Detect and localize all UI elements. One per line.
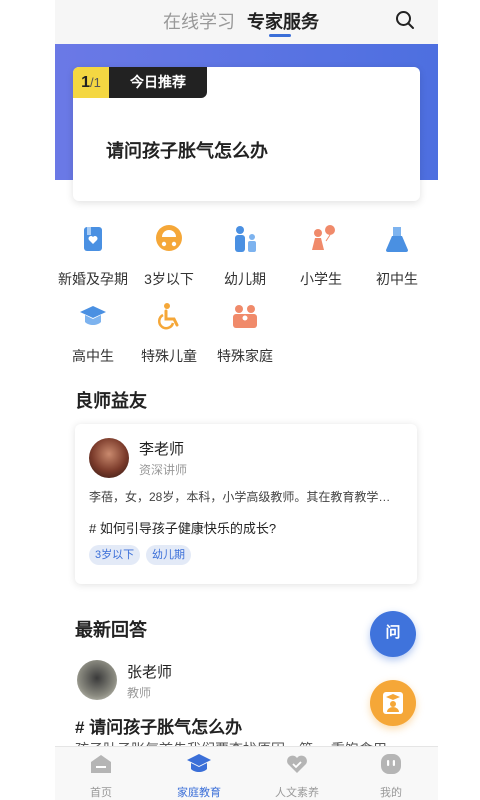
tab-expert-service[interactable]: 专家服务: [247, 8, 319, 34]
nav-label: 首页: [90, 787, 112, 799]
category-label: 特殊儿童: [141, 348, 197, 364]
category-special-children[interactable]: 特殊儿童: [131, 301, 207, 366]
bottom-nav: 首页 家庭教育 人文素养 我的: [55, 746, 438, 800]
search-icon[interactable]: [395, 10, 415, 30]
teacher-name: 李老师: [139, 441, 185, 458]
active-tab-indicator: [269, 34, 291, 37]
recommendation-title: 请问孩子胀气怎么办: [106, 141, 268, 161]
top-tab-bar: 在线学习 专家服务: [55, 0, 438, 44]
category-label: 特殊家庭: [217, 348, 273, 364]
category-label: 新婚及孕期: [58, 271, 128, 287]
answer-question[interactable]: # 请问孩子胀气怎么办: [75, 713, 242, 738]
flask-icon: [386, 227, 408, 252]
book-heart-icon: [84, 227, 102, 251]
category-label: 高中生: [72, 348, 114, 364]
section-title-latest-answers: 最新回答: [75, 620, 147, 640]
app-screen: 在线学习 专家服务 1/1 今日推荐 请问孩子胀气怎么办 新婚及孕期 3岁以下: [55, 0, 438, 800]
nav-label: 人文素养: [275, 787, 319, 799]
answerer-role: 教师: [127, 686, 152, 700]
category-primary[interactable]: 小学生: [283, 224, 359, 289]
family-icon: [233, 305, 257, 328]
recommendation-counter: 1/1: [73, 67, 109, 98]
parent-child-icon: [235, 226, 256, 252]
category-label: 幼儿期: [224, 271, 266, 287]
profile-icon: [381, 754, 401, 774]
graduation-cap-icon: [80, 306, 106, 325]
wheelchair-icon: [158, 303, 179, 330]
category-under-3[interactable]: 3岁以下: [131, 224, 207, 289]
teacher-description: 李蓓，女，28岁，本科，小学高级教师。其在教育教学…: [89, 490, 391, 504]
nav-humanities[interactable]: 人文素养: [259, 753, 335, 800]
category-label: 初中生: [376, 271, 418, 287]
child-balloon-icon: [312, 225, 335, 250]
teacher-role: 资深讲师: [139, 463, 188, 477]
nav-label: 家庭教育: [177, 787, 221, 799]
section-title-teachers: 良师益友: [75, 391, 147, 411]
tag-chip[interactable]: 幼儿期: [146, 545, 191, 565]
expert-consult-button[interactable]: [370, 680, 416, 726]
category-toddler[interactable]: 幼儿期: [207, 224, 283, 289]
answerer-name: 张老师: [127, 664, 173, 681]
today-recommend-tag: 今日推荐: [109, 67, 207, 98]
home-icon: [91, 755, 111, 773]
stroller-icon: [156, 225, 182, 251]
graduation-cap-icon: [187, 754, 211, 772]
ask-question-button[interactable]: 问: [370, 611, 416, 657]
teacher-card[interactable]: 李老师 资深讲师 李蓓，女，28岁，本科，小学高级教师。其在教育教学… # 如何…: [75, 424, 417, 584]
nav-profile[interactable]: 我的: [353, 753, 429, 800]
category-special-family[interactable]: 特殊家庭: [207, 301, 283, 366]
ask-label: 问: [385, 624, 401, 641]
avatar: [77, 660, 117, 700]
nav-label: 我的: [380, 787, 402, 799]
heart-icon: [287, 755, 307, 773]
nav-home[interactable]: 首页: [63, 753, 139, 800]
category-label: 3岁以下: [144, 271, 194, 287]
teacher-question[interactable]: # 如何引导孩子健康快乐的成长?: [89, 518, 276, 537]
recommendation-card[interactable]: 1/1 今日推荐 请问孩子胀气怎么办: [73, 67, 420, 201]
nav-family-education[interactable]: 家庭教育: [161, 753, 237, 800]
tag-chip[interactable]: 3岁以下: [89, 545, 141, 565]
category-pregnancy[interactable]: 新婚及孕期: [55, 224, 131, 289]
category-label: 小学生: [300, 271, 342, 287]
expert-avatar-icon: [383, 692, 403, 714]
category-senior[interactable]: 高中生: [55, 301, 131, 366]
tab-online-learning[interactable]: 在线学习: [163, 8, 235, 34]
avatar: [89, 438, 129, 478]
category-junior[interactable]: 初中生: [359, 224, 435, 289]
